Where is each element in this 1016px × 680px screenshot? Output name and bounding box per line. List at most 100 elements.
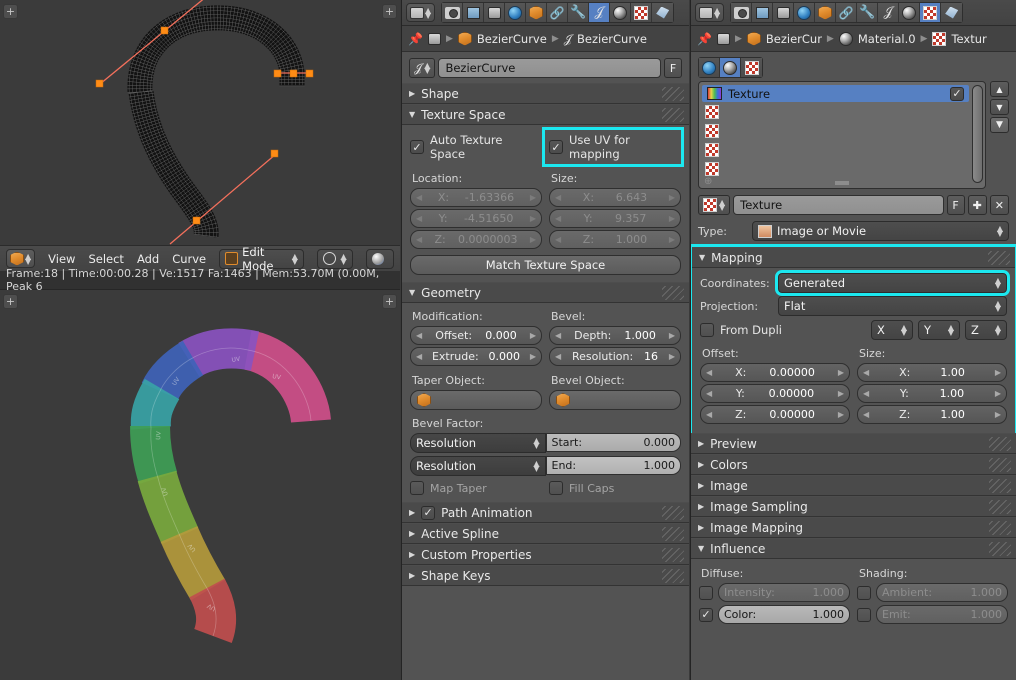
tab-world[interactable]: [794, 3, 816, 22]
extrude-field[interactable]: ◀ Extrude: 0.000 ▶: [410, 347, 542, 366]
editor-type-selector-curve[interactable]: ▲ ▼: [406, 3, 436, 22]
texspace-location-z[interactable]: ◀ Z: 0.0000003 ▶: [410, 230, 542, 249]
tab-scene[interactable]: [484, 3, 506, 22]
tab-constraints[interactable]: 🔗: [836, 3, 858, 22]
tab-render[interactable]: [731, 3, 753, 22]
influence-color-checkbox[interactable]: ✓: [699, 607, 713, 622]
context-texture[interactable]: [741, 58, 762, 77]
editor-type-selector-viewport[interactable]: ▲ ▼: [6, 249, 36, 268]
menu-add[interactable]: Add: [137, 252, 159, 266]
tab-object[interactable]: [815, 3, 837, 22]
influence-ambient-field[interactable]: Ambient: 1.000: [876, 583, 1008, 602]
tab-modifiers[interactable]: 🔧: [568, 3, 590, 22]
pin-icon[interactable]: 📌: [408, 32, 423, 46]
texture-datablock-browse[interactable]: ▲ ▼: [698, 195, 731, 215]
panel-influence[interactable]: ▼ Influence: [691, 538, 1016, 559]
slot-enable-checkbox[interactable]: ✓: [950, 86, 964, 101]
texspace-size-z[interactable]: ◀ Z: 1.000 ▶: [549, 230, 681, 249]
fake-user-button[interactable]: F: [664, 58, 682, 78]
texture-slot-item-1[interactable]: [702, 102, 982, 121]
viewport-expand-right-icon[interactable]: +: [382, 4, 397, 19]
bevel-depth-field[interactable]: ◀ Depth: 1.000 ▶: [549, 326, 681, 345]
context-material[interactable]: [720, 58, 741, 77]
texture-slot-item-3[interactable]: [702, 140, 982, 159]
tab-physics[interactable]: [941, 3, 963, 22]
breadcrumb-texture-name[interactable]: Textur: [951, 32, 986, 46]
breadcrumb-object[interactable]: BezierCur: [766, 32, 822, 46]
texspace-location-x[interactable]: ◀ X: -1.63366 ▶: [410, 188, 542, 207]
tab-texture[interactable]: [920, 3, 942, 22]
tab-material[interactable]: [610, 3, 632, 22]
bevel-start-field[interactable]: Start: 0.000: [545, 433, 681, 452]
panel-image-sampling[interactable]: ▶ Image Sampling: [691, 496, 1016, 517]
new-texture-button[interactable]: ✚: [967, 195, 987, 215]
match-texture-space-button[interactable]: Match Texture Space: [410, 255, 681, 275]
tab-material[interactable]: [899, 3, 921, 22]
panel-preview[interactable]: ▶ Preview: [691, 433, 1016, 454]
mapping-offset-y[interactable]: ◀ Y: 0.00000 ▶: [700, 384, 850, 403]
projection-dropdown[interactable]: Flat ▲ ▼: [778, 296, 1007, 316]
tab-object-data[interactable]: 𝒥: [589, 3, 611, 22]
mapping-size-x[interactable]: ◀ X: 1.00 ▶: [857, 363, 1007, 382]
texture-slot-item-0[interactable]: Texture ✓: [702, 85, 969, 102]
breadcrumb-object[interactable]: BezierCurve: [477, 32, 547, 46]
offset-field[interactable]: ◀ Offset: 0.000 ▶: [410, 326, 542, 345]
texspace-size-x[interactable]: ◀ X: 6.643 ▶: [549, 188, 681, 207]
bevel-resolution-field[interactable]: ◀ Resolution: 16 ▶: [549, 347, 681, 366]
panel-path-animation[interactable]: ▶ ✓ Path Animation: [402, 502, 689, 523]
coordinates-dropdown[interactable]: Generated ▲ ▼: [775, 270, 1010, 296]
texture-slot-item-4[interactable]: [702, 159, 982, 178]
influence-intensity-field[interactable]: Intensity: 1.000: [718, 583, 850, 602]
pin-icon[interactable]: 📌: [697, 32, 712, 46]
mapping-offset-x[interactable]: ◀ X: 0.00000 ▶: [700, 363, 850, 382]
mapping-offset-z[interactable]: ◀ Z: 0.00000 ▶: [700, 405, 850, 424]
tab-object[interactable]: [526, 3, 548, 22]
tab-render[interactable]: [442, 3, 464, 22]
slot-move-up-button[interactable]: ▲: [990, 81, 1009, 97]
fill-caps-checkbox[interactable]: Fill Caps: [549, 481, 681, 495]
menu-view[interactable]: View: [48, 252, 75, 266]
bevel-start-mapping-dropdown[interactable]: Resolution ▲ ▼: [410, 433, 546, 453]
breadcrumb-material[interactable]: Material.0: [858, 32, 916, 46]
panel-shape[interactable]: ▶ Shape: [402, 83, 689, 104]
tab-texture[interactable]: [631, 3, 653, 22]
tab-scene[interactable]: [773, 3, 795, 22]
map-taper-checkbox[interactable]: Map Taper: [410, 481, 542, 495]
texspace-size-y[interactable]: ◀ Y: 9.357 ▶: [549, 209, 681, 228]
texspace-location-y[interactable]: ◀ Y: -4.51650 ▶: [410, 209, 542, 228]
pivot-selector[interactable]: ▲ ▼: [316, 248, 353, 269]
taper-object-field[interactable]: [410, 390, 542, 410]
tab-world[interactable]: [505, 3, 527, 22]
slot-move-down-button[interactable]: ▼: [990, 99, 1009, 115]
panel-geometry[interactable]: ▼ Geometry: [402, 282, 689, 303]
scene-icon[interactable]: [716, 32, 730, 45]
mapping-size-z[interactable]: ◀ Z: 1.00 ▶: [857, 405, 1007, 424]
bevel-end-field[interactable]: End: 1.000: [545, 456, 681, 475]
panel-shape-keys[interactable]: ▶ Shape Keys: [402, 565, 689, 586]
list-resize-grip[interactable]: [835, 181, 849, 185]
snap-selector[interactable]: [365, 248, 394, 269]
editor-type-selector-texture[interactable]: ▲ ▼: [695, 3, 725, 22]
curve-name-field[interactable]: BezierCurve: [438, 58, 661, 78]
axis-z-dropdown[interactable]: Z ▲ ▼: [965, 320, 1007, 340]
mapping-size-y[interactable]: ◀ Y: 1.00 ▶: [857, 384, 1007, 403]
use-uv-for-mapping-checkbox[interactable]: ✓ Use UV for mapping: [542, 127, 684, 167]
viewport-expand-left-icon[interactable]: +: [3, 4, 18, 19]
auto-texture-space-checkbox[interactable]: ✓ Auto Texture Space: [410, 133, 538, 161]
add-slot-icon[interactable]: ⊕: [704, 176, 712, 187]
influence-intensity-checkbox[interactable]: [699, 585, 713, 600]
menu-select[interactable]: Select: [88, 252, 123, 266]
from-dupli-checkbox[interactable]: From Dupli: [700, 323, 866, 337]
panel-colors[interactable]: ▶ Colors: [691, 454, 1016, 475]
bevel-object-field[interactable]: [549, 390, 681, 410]
path-animation-checkbox[interactable]: ✓: [421, 505, 436, 520]
unlink-texture-button[interactable]: ✕: [989, 195, 1009, 215]
menu-curve[interactable]: Curve: [172, 252, 206, 266]
tab-modifiers[interactable]: 🔧: [857, 3, 879, 22]
bevel-end-mapping-dropdown[interactable]: Resolution ▲ ▼: [410, 456, 546, 476]
tab-render-layers[interactable]: [752, 3, 774, 22]
breadcrumb-data[interactable]: BezierCurve: [577, 32, 647, 46]
viewport-expand-left-icon[interactable]: +: [3, 294, 18, 309]
slot-list-scrollbar[interactable]: [972, 85, 983, 183]
mode-selector[interactable]: Edit Mode ▲ ▼: [219, 245, 304, 273]
